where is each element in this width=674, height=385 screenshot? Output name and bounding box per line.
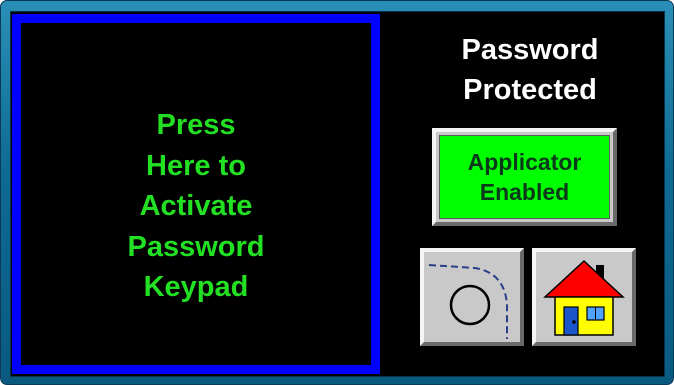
roller-path-button[interactable] — [420, 248, 524, 346]
applicator-indicator: Applicator Enabled — [439, 135, 610, 219]
applicator-label: Applicator Enabled — [467, 149, 582, 205]
applicator-enabled-button[interactable]: Applicator Enabled — [432, 128, 617, 226]
roller-path-button-face — [427, 255, 517, 339]
keypad-activate-label: Press Here to Activate Password Keypad — [127, 109, 265, 303]
home-icon — [543, 259, 625, 336]
password-keypad-activate-area[interactable]: Press Here to Activate Password Keypad — [12, 14, 380, 374]
roller-path-icon — [428, 264, 508, 339]
password-status-title: Password Protected — [461, 34, 599, 106]
home-button[interactable] — [532, 248, 636, 346]
home-button-face — [539, 255, 629, 339]
